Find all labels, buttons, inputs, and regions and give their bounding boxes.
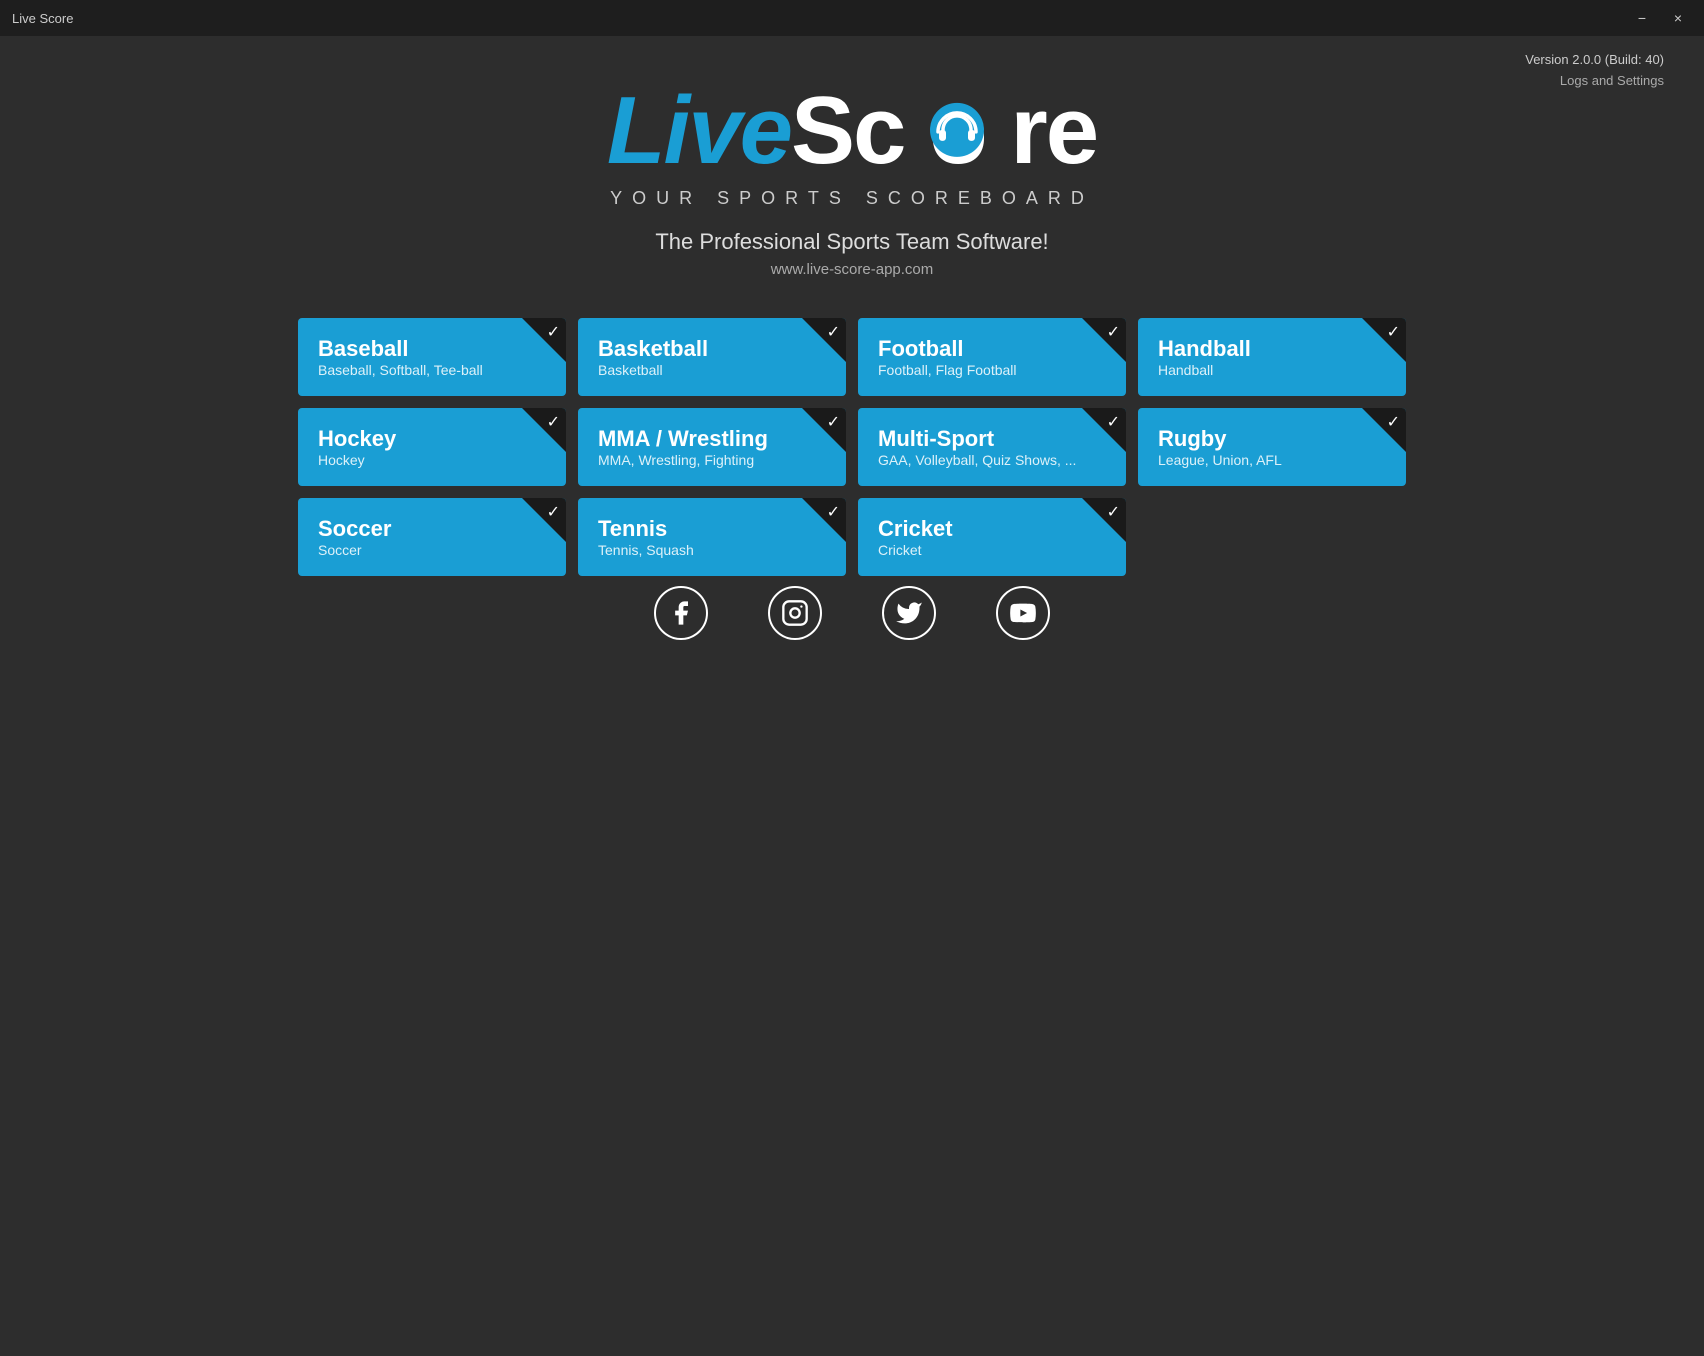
sport-name-football: Football: [878, 336, 1106, 362]
sport-subtitle-football: Football, Flag Football: [878, 362, 1106, 378]
facebook-svg: [667, 599, 695, 627]
main-content: Live Sc o re: [0, 36, 1704, 640]
twitter-icon[interactable]: [882, 586, 936, 640]
sport-name-soccer: Soccer: [318, 516, 546, 542]
sport-subtitle-multi-sport: GAA, Volleyball, Quiz Shows, ...: [878, 452, 1106, 468]
sport-name-mma-wrestling: MMA / Wrestling: [598, 426, 826, 452]
check-mark-multi-sport: ✓: [1107, 412, 1120, 432]
minimize-button[interactable]: −: [1628, 8, 1656, 28]
check-mark-football: ✓: [1107, 322, 1120, 342]
sport-name-baseball: Baseball: [318, 336, 546, 362]
sport-card-tennis[interactable]: Tennis Tennis, Squash ✓: [578, 498, 846, 576]
app-title: Live Score: [12, 11, 73, 26]
sport-subtitle-handball: Handball: [1158, 362, 1386, 378]
sport-card-hockey[interactable]: Hockey Hockey ✓: [298, 408, 566, 486]
window-controls: − ×: [1628, 8, 1692, 28]
check-mark-mma-wrestling: ✓: [827, 412, 840, 432]
sport-card-handball[interactable]: Handball Handball ✓: [1138, 318, 1406, 396]
sport-card-mma-wrestling[interactable]: MMA / Wrestling MMA, Wrestling, Fighting…: [578, 408, 846, 486]
logo-score: Sc o re: [791, 76, 1097, 186]
tagline: YOUR SPORTS SCOREBOARD: [610, 188, 1094, 209]
sport-subtitle-hockey: Hockey: [318, 452, 546, 468]
sport-card-multi-sport[interactable]: Multi-Sport GAA, Volleyball, Quiz Shows,…: [858, 408, 1126, 486]
sport-card-soccer[interactable]: Soccer Soccer ✓: [298, 498, 566, 576]
sport-name-tennis: Tennis: [598, 516, 826, 542]
logo-wifi-icon: [929, 102, 985, 158]
check-mark-tennis: ✓: [827, 502, 840, 522]
instagram-svg: [781, 599, 809, 627]
check-mark-cricket: ✓: [1107, 502, 1120, 522]
sport-subtitle-mma-wrestling: MMA, Wrestling, Fighting: [598, 452, 826, 468]
sport-card-rugby[interactable]: Rugby League, Union, AFL ✓: [1138, 408, 1406, 486]
version-text: Version 2.0.0 (Build: 40): [1525, 50, 1664, 71]
logs-settings-link[interactable]: Logs and Settings: [1525, 71, 1664, 92]
close-button[interactable]: ×: [1664, 8, 1692, 28]
logo-o: o: [929, 76, 986, 186]
title-bar: Live Score − ×: [0, 0, 1704, 36]
sport-card-football[interactable]: Football Football, Flag Football ✓: [858, 318, 1126, 396]
check-mark-handball: ✓: [1387, 322, 1400, 342]
sport-name-cricket: Cricket: [878, 516, 1106, 542]
sport-name-rugby: Rugby: [1158, 426, 1386, 452]
sport-card-baseball[interactable]: Baseball Baseball, Softball, Tee-ball ✓: [298, 318, 566, 396]
sport-card-cricket[interactable]: Cricket Cricket ✓: [858, 498, 1126, 576]
check-mark-hockey: ✓: [547, 412, 560, 432]
facebook-icon[interactable]: [654, 586, 708, 640]
check-mark-rugby: ✓: [1387, 412, 1400, 432]
logo-live: Live: [607, 76, 791, 186]
logo-container: Live Sc o re: [607, 76, 1097, 186]
twitter-svg: [895, 599, 923, 627]
sport-subtitle-tennis: Tennis, Squash: [598, 542, 826, 558]
check-mark-baseball: ✓: [547, 322, 560, 342]
check-mark-soccer: ✓: [547, 502, 560, 522]
website[interactable]: www.live-score-app.com: [771, 261, 934, 278]
sport-name-basketball: Basketball: [598, 336, 826, 362]
sport-subtitle-soccer: Soccer: [318, 542, 546, 558]
instagram-icon[interactable]: [768, 586, 822, 640]
sport-subtitle-rugby: League, Union, AFL: [1158, 452, 1386, 468]
promo-text: The Professional Sports Team Software!: [655, 229, 1048, 255]
sport-card-basketball[interactable]: Basketball Basketball ✓: [578, 318, 846, 396]
sport-subtitle-baseball: Baseball, Softball, Tee-ball: [318, 362, 546, 378]
youtube-svg: [1009, 599, 1037, 627]
sport-name-multi-sport: Multi-Sport: [878, 426, 1106, 452]
sport-subtitle-cricket: Cricket: [878, 542, 1106, 558]
version-info: Version 2.0.0 (Build: 40) Logs and Setti…: [1525, 50, 1664, 92]
youtube-icon[interactable]: [996, 586, 1050, 640]
logo: Live Sc o re: [607, 76, 1097, 186]
sport-name-hockey: Hockey: [318, 426, 546, 452]
sport-subtitle-basketball: Basketball: [598, 362, 826, 378]
check-mark-basketball: ✓: [827, 322, 840, 342]
sports-grid-wrapper: Baseball Baseball, Softball, Tee-ball ✓ …: [298, 318, 1406, 576]
sport-name-handball: Handball: [1158, 336, 1386, 362]
sports-grid: Baseball Baseball, Softball, Tee-ball ✓ …: [298, 318, 1406, 576]
social-bar: [654, 586, 1050, 640]
